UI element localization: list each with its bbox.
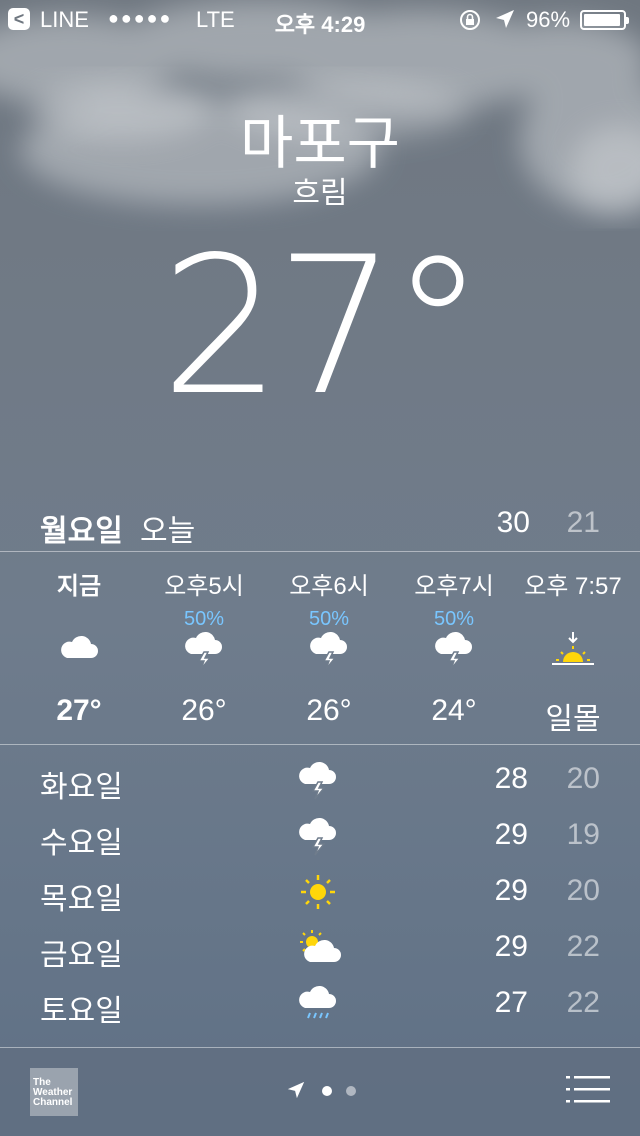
day-low: 19: [566, 818, 600, 851]
today-label: 오늘: [140, 515, 196, 548]
day-name: 금요일: [40, 939, 123, 972]
today-summary: 월요일 오늘 30 21: [0, 500, 640, 548]
today-high: 30: [496, 506, 530, 539]
daily-row: 목요일 29 20: [0, 864, 640, 920]
daily-forecast[interactable]: 화요일 28 20 수요일 29 19 목요일 29 20 금요일 29 22 …: [0, 752, 640, 1048]
battery-level: [584, 14, 621, 26]
day-high: 29: [494, 930, 528, 963]
day-name: 토요일: [40, 995, 123, 1028]
hour-time: 오후6시: [289, 573, 369, 600]
status-bar: < LINE ●●●●● LTE 오후 4:29 96%: [0, 0, 640, 40]
hour-temp: 26°: [181, 694, 227, 727]
current-temperature: 27°: [160, 216, 486, 437]
daily-row: 수요일 29 19: [0, 808, 640, 864]
page-indicator-dot[interactable]: [346, 1086, 356, 1096]
daily-row: 토요일 27 22: [0, 976, 640, 1032]
cloud-icon: [14, 628, 144, 672]
day-high: 28: [494, 762, 528, 795]
location-services-icon: [494, 8, 516, 36]
day-name: 화요일: [40, 771, 123, 804]
rain-icon: [296, 982, 344, 1026]
day-name: 목요일: [40, 883, 123, 916]
partly-cloudy-icon: [296, 926, 344, 970]
day-low: 22: [566, 930, 600, 963]
sun-icon: [296, 870, 344, 914]
page-indicator-dot[interactable]: [322, 1086, 332, 1096]
thunderstorm-icon: [389, 628, 519, 672]
hour-time: 지금: [56, 573, 102, 600]
today-day: 월요일: [40, 515, 123, 548]
day-low: 22: [566, 986, 600, 1019]
hourly-forecast[interactable]: 지금 27° 오후5시 50% 26° 오후6시 50% 26° 오후7시 50…: [0, 556, 640, 744]
daily-row: 금요일 29 22: [0, 920, 640, 976]
day-high: 29: [494, 874, 528, 907]
thunderstorm-icon: [264, 628, 394, 672]
current-condition: 흐림: [292, 177, 348, 210]
hour-time: 오후7시: [414, 573, 494, 600]
battery-percentage: 96%: [526, 7, 571, 32]
battery-icon: [580, 10, 629, 30]
sunset-icon: [508, 628, 638, 672]
divider: [0, 551, 640, 552]
daily-row: 화요일 28 20: [0, 752, 640, 808]
thunderstorm-icon: [139, 628, 269, 672]
rotation-lock-icon: [458, 8, 482, 38]
hour-temp: 24°: [431, 694, 477, 727]
hour-temp: 일몰: [545, 703, 601, 736]
day-high: 29: [494, 818, 528, 851]
day-name: 수요일: [40, 827, 123, 860]
current-location-icon[interactable]: [286, 1080, 306, 1105]
thunderstorm-icon: [296, 814, 344, 858]
city-list-button[interactable]: [566, 1074, 610, 1106]
today-low: 21: [566, 506, 600, 539]
hour-temp: 27°: [56, 694, 102, 727]
thunderstorm-icon: [296, 758, 344, 802]
hour-temp: 26°: [306, 694, 352, 727]
weather-channel-logo[interactable]: The Weather Channel: [30, 1068, 78, 1116]
divider: [0, 744, 640, 745]
day-high: 27: [494, 986, 528, 1019]
day-low: 20: [566, 874, 600, 907]
hour-time: 오후 7:57: [524, 573, 622, 600]
bottom-toolbar: The Weather Channel: [0, 1048, 640, 1136]
hour-time: 오후5시: [164, 573, 244, 600]
day-low: 20: [566, 762, 600, 795]
